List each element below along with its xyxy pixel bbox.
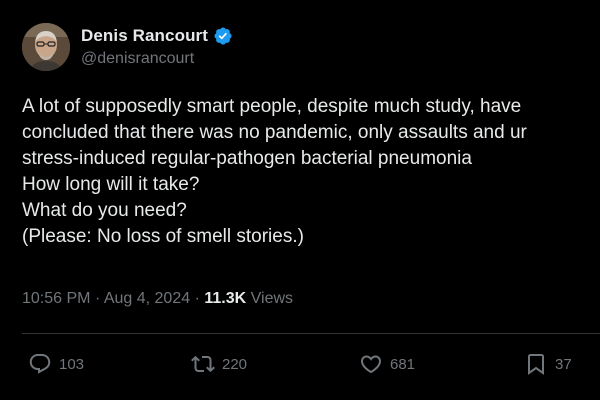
- tweet-text-line: What do you need?: [22, 200, 187, 221]
- tweet-time[interactable]: 10:56 PM: [22, 290, 90, 307]
- bookmark-count: 37: [555, 355, 572, 373]
- tweet-text-line: A lot of supposedly smart people, despit…: [22, 96, 522, 117]
- tweet-text: A lot of supposedly smart people, despit…: [22, 94, 600, 250]
- reply-button[interactable]: 103: [28, 348, 84, 380]
- profile-photo-icon: [22, 23, 70, 71]
- tweet-text-line: How long will it take?: [22, 174, 200, 195]
- bookmark-icon: [528, 354, 544, 375]
- tweet-card: Denis Rancourt @denisrancourt A lot of s…: [0, 0, 600, 400]
- tweet-date[interactable]: Aug 4, 2024: [104, 290, 190, 307]
- action-bar: 103 220 681 37: [0, 348, 600, 380]
- author-name-row: Denis Rancourt: [81, 24, 233, 48]
- views-count[interactable]: 11.3K: [204, 290, 246, 307]
- reply-count: 103: [59, 355, 85, 373]
- views-label: Views: [250, 290, 294, 307]
- meta-separator: ·: [194, 290, 200, 307]
- reply-icon: [29, 354, 51, 374]
- tweet-text-line: stress-induced regular-pathogen bacteria…: [22, 148, 472, 169]
- author-handle[interactable]: @denisrancourt: [81, 50, 194, 68]
- retweet-count: 220: [222, 355, 248, 373]
- like-count: 681: [390, 355, 416, 373]
- tweet-meta: 10:56 PM · Aug 4, 2024 · 11.3K Views: [22, 290, 293, 308]
- author-display-name[interactable]: Denis Rancourt: [81, 26, 208, 46]
- verified-badge-icon: [213, 26, 233, 46]
- heart-icon: [360, 355, 382, 374]
- meta-separator: ·: [94, 290, 101, 307]
- retweet-icon: [191, 355, 215, 373]
- tweet-text-line: (Please: No loss of smell stories.): [22, 226, 304, 247]
- divider: [22, 333, 600, 334]
- bookmark-button[interactable]: 37: [524, 348, 572, 380]
- tweet-text-line: concluded that there was no pandemic, on…: [22, 122, 527, 143]
- like-button[interactable]: 681: [359, 348, 415, 380]
- retweet-button[interactable]: 220: [191, 348, 247, 380]
- avatar[interactable]: [22, 23, 70, 71]
